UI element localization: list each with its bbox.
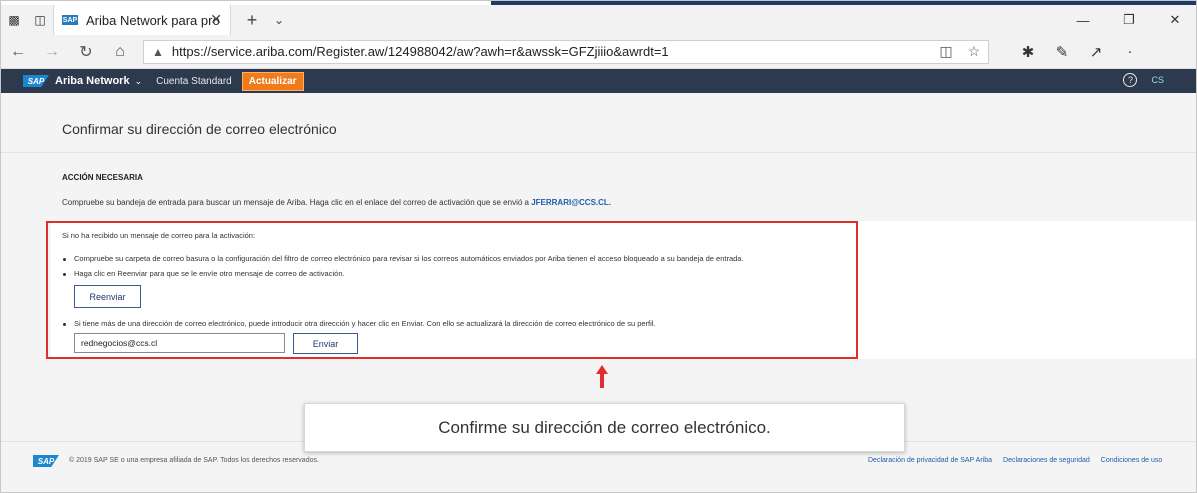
bullet-icon [63, 258, 66, 261]
refresh-icon[interactable]: ↻ [69, 35, 103, 69]
reading-view-icon[interactable]: ◫ [932, 43, 960, 60]
lock-icon: ▲ [152, 44, 164, 59]
sap-favicon-icon: SAP [62, 15, 78, 25]
url-input[interactable]: ▲ https://service.ariba.com/Register.aw/… [143, 39, 989, 64]
tab-preview-chevron-icon[interactable]: ⌄ [267, 13, 291, 27]
pen-notes-icon[interactable]: ✎ [1045, 43, 1079, 61]
share-icon[interactable]: ↗ [1079, 43, 1113, 61]
page-title: Confirmar su dirección de correo electró… [62, 121, 337, 137]
sap-logo[interactable]: SAP [23, 75, 49, 87]
window-controls: — ❐ ✕ [1060, 5, 1196, 35]
email-field-value: rednegocios@ccs.cl [81, 338, 158, 348]
security-link[interactable]: Declaraciones de seguridad [1003, 457, 1090, 464]
email-field[interactable]: rednegocios@ccs.cl [74, 333, 285, 353]
section-heading: ACCIÓN NECESARIA [62, 173, 143, 182]
upgrade-button[interactable]: Actualizar [241, 71, 304, 91]
home-icon[interactable]: ⌂ [103, 35, 137, 69]
browser-window: ▩ ◫ SAP Ariba Network para pro ✕ + ⌄ — ❐… [0, 0, 1197, 493]
favorites-hub-icon[interactable]: ✱ [1011, 43, 1045, 61]
title-bar: ▩ ◫ SAP Ariba Network para pro ✕ + ⌄ — ❐… [1, 5, 1196, 35]
copyright-text: © 2019 SAP SE o una empresa afiliada de … [69, 457, 319, 464]
browser-tab[interactable]: SAP Ariba Network para pro ✕ [53, 5, 231, 35]
app-menu-chevron-icon[interactable]: ⌄ [135, 76, 143, 87]
new-tab-icon[interactable]: + [237, 10, 267, 31]
bullet-icon [63, 323, 66, 326]
account-type: Cuenta Standard [156, 75, 232, 87]
resend-button[interactable]: Reenviar [74, 285, 141, 308]
more-icon[interactable]: · [1113, 43, 1147, 61]
back-icon[interactable]: ← [1, 35, 35, 69]
bullet-resend: Haga clic en Reenviar para que se le env… [74, 269, 345, 278]
url-text: https://service.ariba.com/Register.aw/12… [171, 44, 669, 59]
set-aside-tabs-icon[interactable]: ◫ [27, 5, 53, 35]
instructions-text: Compruebe su bandeja de entrada para bus… [62, 198, 611, 207]
forward-icon[interactable]: → [35, 35, 69, 69]
restore-icon[interactable]: ❐ [1106, 5, 1152, 35]
privacy-link[interactable]: Declaración de privacidad de SAP Ariba [868, 457, 992, 464]
page-content: Confirmar su dirección de correo electró… [1, 93, 1196, 492]
tab-title: Ariba Network para pro [86, 12, 220, 28]
favorite-star-icon[interactable]: ☆ [960, 43, 988, 60]
address-bar-row: ← → ↻ ⌂ ▲ https://service.ariba.com/Regi… [1, 35, 1196, 69]
callout-tooltip: Confirme su dirección de correo electrón… [304, 403, 905, 452]
minimize-icon[interactable]: — [1060, 5, 1106, 35]
bullet-junk-folder: Compruebe su carpeta de correo basura o … [74, 254, 744, 263]
help-icon[interactable]: ? [1123, 73, 1138, 87]
header-right: ? CS [1123, 73, 1164, 87]
panel-intro: Si no ha recibido un mensaje de correo p… [62, 231, 256, 240]
tab-close-icon[interactable]: ✕ [210, 11, 222, 28]
user-avatar[interactable]: CS [1151, 75, 1164, 85]
page-title-band: Confirmar su dirección de correo electró… [1, 93, 1196, 153]
tab-actions-icon[interactable]: ▩ [1, 5, 27, 35]
arrow-stem [600, 372, 604, 388]
close-window-icon[interactable]: ✕ [1152, 5, 1196, 35]
terms-link[interactable]: Condiciones de uso [1101, 457, 1163, 464]
app-name-menu[interactable]: Ariba Network [55, 75, 130, 87]
url-actions: ◫ ☆ [932, 43, 988, 60]
footer-sap-logo: SAP [33, 455, 59, 467]
instructions-body: Compruebe su bandeja de entrada para bus… [62, 198, 529, 207]
footer-links: Declaración de privacidad de SAP Ariba D… [868, 457, 1173, 464]
bullet-other-email: Si tiene más de una dirección de correo … [74, 319, 656, 328]
browser-tools: ✱ ✎ ↗ · [1011, 43, 1147, 61]
email-link[interactable]: JFERRARI@CCS.CL. [531, 198, 611, 207]
bullet-icon [63, 273, 66, 276]
send-button[interactable]: Enviar [293, 333, 358, 354]
ariba-header: SAP Ariba Network ⌄ Cuenta Standard Actu… [1, 69, 1196, 93]
